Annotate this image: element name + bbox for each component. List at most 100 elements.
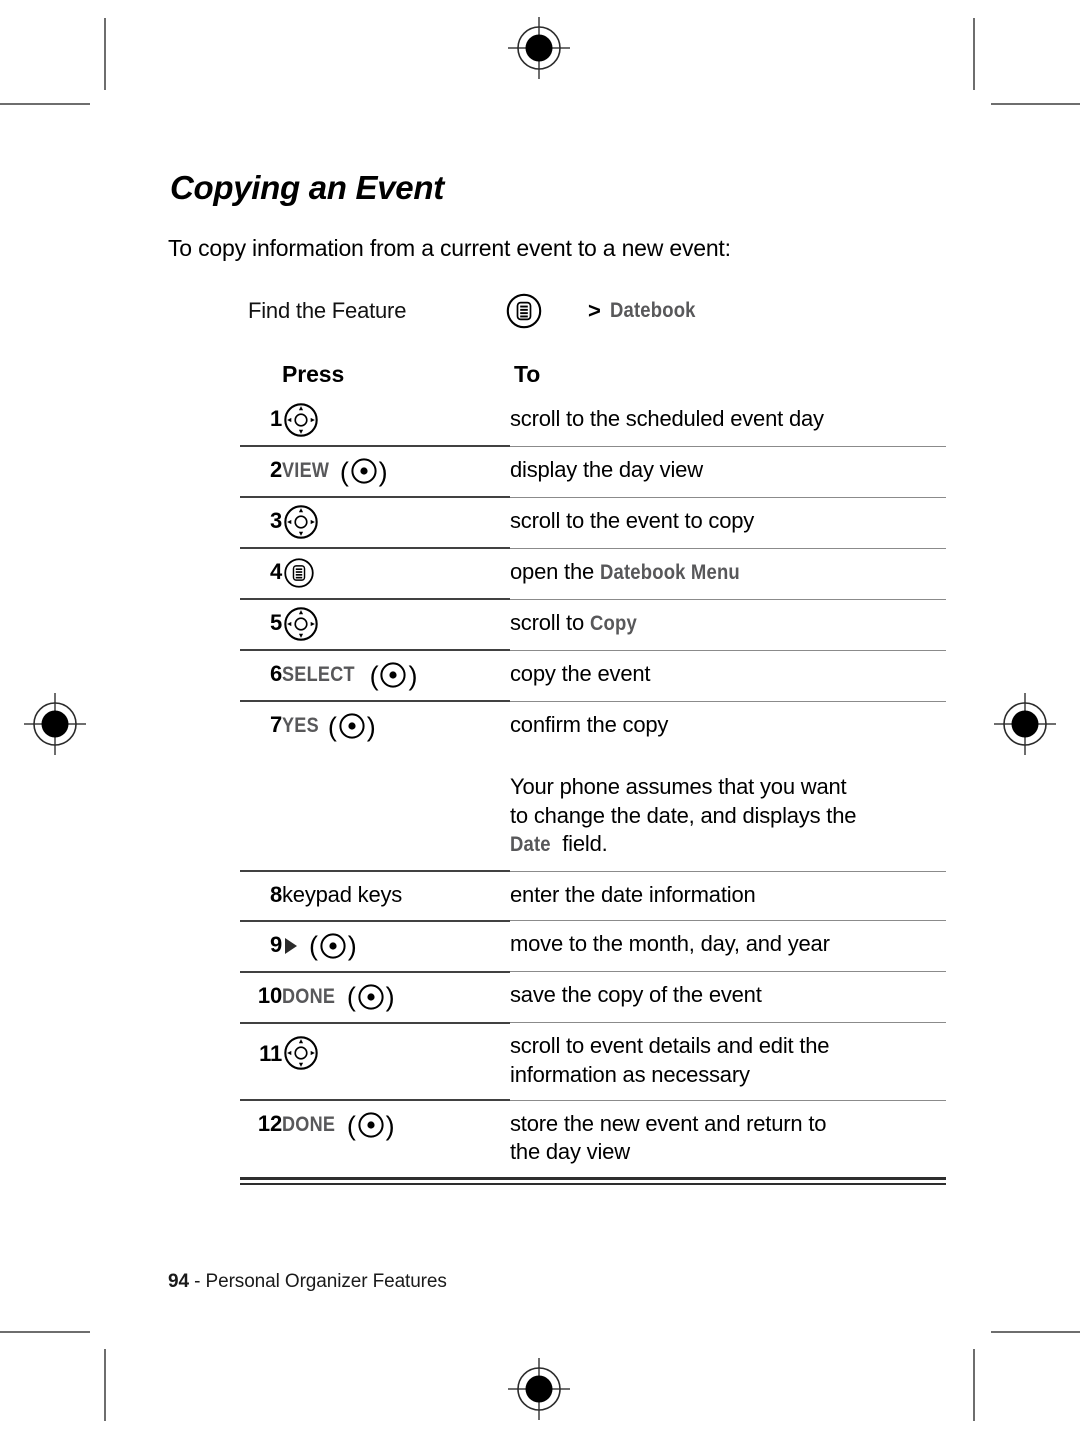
select-key-icon: [338, 712, 366, 740]
table-row: 7 YES () confirm the copy: [240, 700, 946, 752]
menu-key-icon: [504, 291, 544, 331]
registration-mark-left: [24, 693, 86, 755]
paren-open: (: [346, 982, 356, 1013]
step-description: copy the event: [510, 649, 946, 702]
step-key: VIEW ( ): [282, 445, 510, 498]
footer-dash: -: [188, 1271, 206, 1292]
table-bottom-double-rule: [240, 1176, 946, 1185]
step-key: DONE ( ): [282, 970, 510, 1023]
note-line-2: to change the date, and displays the: [510, 802, 857, 828]
crop-mark-top-right-horizontal: [991, 103, 1080, 105]
select-key-icon: [357, 983, 385, 1011]
page-title: Copying an Event: [170, 169, 444, 206]
table-row: 2 VIEW () display the day view: [240, 445, 946, 498]
screen-term: Datebook Menu: [599, 560, 740, 584]
step-number: 5: [240, 598, 282, 651]
col-header-to: To: [514, 361, 541, 388]
paren-close: ): [366, 711, 376, 742]
step-key: [282, 547, 510, 600]
step-description: open the Datebook Menu: [510, 547, 946, 600]
step-key: [282, 496, 510, 549]
crop-mark-top-left-vertical: [104, 18, 106, 90]
step-key: [282, 396, 510, 446]
step-key: [282, 598, 510, 651]
find-the-feature-row: Find the Feature > Datebook: [248, 291, 910, 331]
col-header-press: Press: [282, 361, 345, 388]
select-key-glyph: ( ): [327, 712, 377, 740]
paren-open: (: [339, 456, 349, 487]
table-row: 4 open the Datebook Menu: [240, 547, 946, 600]
step-description: save the copy of the event: [510, 971, 946, 1023]
step-number: 2: [240, 445, 282, 498]
table-header-row: Press To: [240, 361, 946, 396]
paren-close: ): [385, 1110, 395, 1141]
crop-mark-top-left-horizontal: [0, 103, 90, 105]
softkey-label: SELECT: [282, 663, 355, 687]
registration-mark-right: [994, 693, 1056, 755]
steps-table: Press To 1 scroll to the scheduled event…: [240, 361, 946, 1177]
step-key: ( ): [282, 919, 510, 972]
step-number: 4: [240, 547, 282, 600]
screen-term: Date: [510, 833, 551, 857]
step-number: 3: [240, 496, 282, 549]
table-row-note: Your phone assumes that you want to chan…: [240, 751, 946, 871]
page-footer: 94 - Personal Organizer Features: [168, 1271, 447, 1293]
paren-close: ): [385, 982, 395, 1013]
softkey-label: DONE: [282, 985, 336, 1009]
softkey-label: YES: [282, 714, 319, 738]
step-description: confirm the copy: [510, 700, 946, 752]
step-key: [282, 1021, 510, 1101]
crop-mark-bottom-right-horizontal: [991, 1331, 1080, 1333]
table-row: 8 keypad keys enter the date information: [240, 870, 946, 921]
step-description: move to the month, day, and year: [510, 920, 946, 972]
step-key: YES ( ): [282, 700, 510, 752]
desc-line-1: scroll to event details and edit the: [510, 1033, 830, 1059]
menu-key-icon: [282, 556, 316, 590]
paren-open: (: [346, 1110, 356, 1141]
note-line-1: Your phone assumes that you want: [510, 774, 847, 800]
select-key-glyph: ( ): [346, 983, 396, 1011]
step-number: 12: [240, 1099, 282, 1177]
select-key-icon: [319, 932, 347, 960]
find-the-feature-label: Find the Feature: [248, 298, 407, 324]
path-separator: >: [588, 298, 601, 324]
table-row: 5 scroll to Copy: [240, 598, 946, 651]
select-key-icon: [350, 457, 378, 485]
crop-mark-top-right-vertical: [973, 18, 975, 90]
registration-mark-bottom: [508, 1358, 570, 1420]
paren-close: ): [408, 660, 418, 691]
step-number: 10: [240, 970, 282, 1023]
note-tail: field.: [556, 831, 608, 857]
crop-mark-bottom-right-vertical: [973, 1349, 975, 1421]
select-key-glyph: ( ): [308, 932, 358, 960]
select-key-glyph: ( ): [346, 1111, 396, 1139]
paren-open: (: [327, 711, 337, 742]
note-text: Your phone assumes that you want to chan…: [510, 751, 946, 871]
table-row: 1 scroll to the scheduled event day: [240, 396, 946, 446]
desc-text-lead: open the: [510, 558, 600, 584]
table-row: 9 () move to the month, day, and year: [240, 919, 946, 972]
navigation-key-icon: [282, 401, 320, 439]
footer-section-title: Personal Organizer Features: [205, 1271, 447, 1292]
table-row: 10 DONE () save the copy of the event: [240, 970, 946, 1023]
softkey-label: DONE: [282, 1113, 336, 1137]
step-key: SELECT ( ): [282, 649, 510, 702]
select-key-icon: [357, 1111, 385, 1139]
step-description: display the day view: [510, 445, 946, 498]
desc-line-2: the day view: [510, 1139, 630, 1165]
table-row: 12 DONE () store the new event and retu…: [240, 1099, 946, 1177]
paren-open: (: [369, 660, 379, 691]
registration-mark-top: [508, 17, 570, 79]
step-key: DONE ( ): [282, 1099, 510, 1177]
step-description: scroll to the event to copy: [510, 496, 946, 549]
step-number: 1: [269, 406, 282, 432]
table-row: 6 SELECT () copy the event: [240, 649, 946, 702]
navigation-key-icon: [282, 503, 320, 541]
step-number: 8: [240, 870, 282, 921]
note-line-3: Date field.: [510, 830, 946, 859]
navigation-key-icon: [282, 605, 320, 643]
feature-path-datebook: Datebook: [609, 299, 696, 323]
step-number: 6: [240, 649, 282, 702]
crop-mark-bottom-left-horizontal: [0, 1331, 90, 1333]
step-number: 7: [240, 700, 282, 752]
